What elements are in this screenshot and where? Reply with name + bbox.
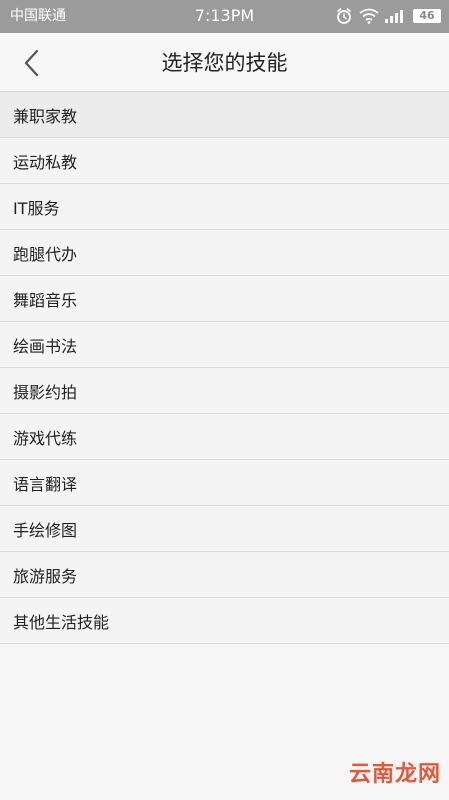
skill-item-sports-coach[interactable]: 运动私教 bbox=[0, 138, 449, 184]
watermark-logo: 云南龙网 bbox=[348, 762, 441, 787]
skill-item-game-boosting[interactable]: 游戏代练 bbox=[0, 414, 449, 460]
signal-icon bbox=[385, 10, 403, 23]
page-title: 选择您的技能 bbox=[161, 51, 288, 75]
status-bar: 中国联通 7:13PM 46 bbox=[0, 0, 449, 33]
skill-item-illustration-retouch[interactable]: 手绘修图 bbox=[0, 506, 449, 552]
skill-item-photography[interactable]: 摄影约拍 bbox=[0, 368, 449, 414]
skill-item-errands[interactable]: 跑腿代办 bbox=[0, 230, 449, 276]
skill-item-other-life-skills[interactable]: 其他生活技能 bbox=[0, 598, 449, 644]
skill-item-dance-music[interactable]: 舞蹈音乐 bbox=[0, 276, 449, 322]
skill-item-painting-calligraphy[interactable]: 绘画书法 bbox=[0, 322, 449, 368]
skill-item-translation[interactable]: 语言翻译 bbox=[0, 460, 449, 506]
skill-item-it-service[interactable]: IT服务 bbox=[0, 184, 449, 230]
skill-item-tutoring[interactable]: 兼职家教 bbox=[0, 92, 449, 138]
wifi-icon bbox=[359, 8, 379, 24]
nav-bar: 选择您的技能 bbox=[0, 33, 449, 92]
status-icons: 46 bbox=[335, 6, 441, 26]
skill-item-travel-service[interactable]: 旅游服务 bbox=[0, 552, 449, 598]
battery-icon: 46 bbox=[413, 9, 441, 23]
skill-list: 兼职家教 运动私教 IT服务 跑腿代办 舞蹈音乐 绘画书法 摄影约拍 游戏代练 … bbox=[0, 92, 449, 644]
alarm-icon bbox=[337, 8, 351, 24]
